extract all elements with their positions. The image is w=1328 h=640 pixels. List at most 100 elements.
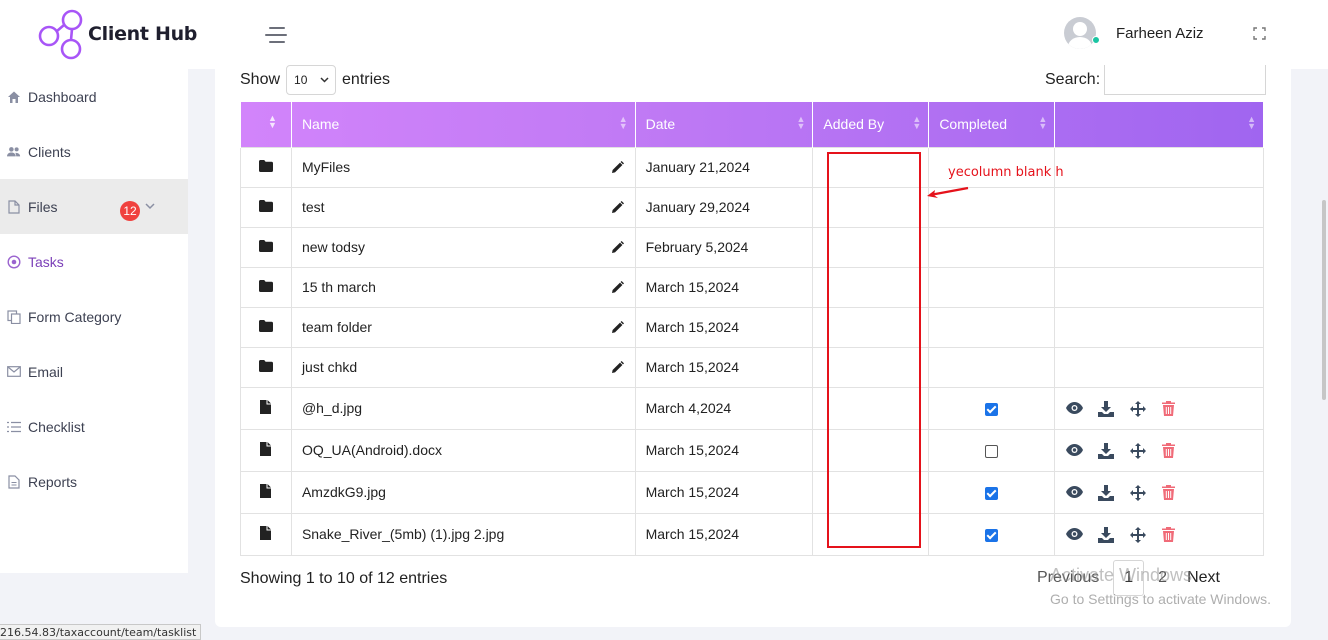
edit-pencil-icon[interactable] — [611, 160, 624, 174]
table-row[interactable]: test January 29,2024 — [240, 186, 1264, 228]
name-cell[interactable]: 15 th march — [290, 266, 636, 308]
chevron-down-icon[interactable] — [145, 199, 155, 213]
name-cell[interactable]: test — [290, 186, 636, 228]
table-row[interactable]: OQ_UA(Android).docx March 15,2024 — [240, 428, 1264, 472]
sidebar-item-checklist[interactable]: Checklist — [0, 399, 188, 454]
file-name[interactable]: Snake_River_(5mb) (1).jpg 2.jpg — [302, 526, 504, 542]
sort-icon: ▲ ▼ — [912, 114, 922, 131]
user-menu[interactable]: Farheen Aziz — [1064, 17, 1204, 49]
date-cell: March 15,2024 — [634, 306, 814, 348]
delete-trash-icon[interactable] — [1162, 526, 1178, 543]
delete-trash-icon[interactable] — [1162, 442, 1178, 459]
download-icon[interactable] — [1098, 442, 1115, 459]
column-header-date[interactable]: Date ▲ ▼ — [634, 102, 814, 147]
delete-trash-icon[interactable] — [1162, 484, 1178, 501]
sort-icon: ▲ ▼ — [1038, 114, 1048, 131]
sidebar-item-tasks[interactable]: Tasks — [0, 234, 188, 289]
column-header-completed[interactable]: Completed ▲ ▼ — [928, 102, 1056, 147]
name-cell[interactable]: team folder — [290, 306, 636, 348]
annotation-note: yecolumn blank h — [948, 165, 1064, 180]
download-icon[interactable] — [1098, 400, 1115, 417]
sidebar-item-files[interactable]: Files 12 — [0, 179, 188, 234]
file-name[interactable]: test — [302, 199, 325, 215]
sidebar-item-label: Checklist — [28, 418, 85, 435]
name-cell[interactable]: Snake_River_(5mb) (1).jpg 2.jpg — [290, 512, 636, 556]
move-icon[interactable] — [1130, 484, 1147, 501]
entries-label: entries — [342, 71, 391, 88]
file-name[interactable]: 15 th march — [302, 279, 376, 295]
completed-cell — [928, 470, 1056, 514]
name-cell[interactable]: AmzdkG9.jpg — [290, 470, 636, 514]
edit-pencil-icon[interactable] — [611, 320, 624, 334]
user-name: Farheen Aziz — [1116, 24, 1204, 42]
column-header-added-by[interactable]: Added By ▲ ▼ — [812, 102, 930, 147]
completed-checkbox[interactable] — [985, 528, 999, 542]
view-eye-icon[interactable] — [1066, 485, 1084, 501]
move-icon[interactable] — [1130, 442, 1147, 459]
search-input[interactable] — [1104, 65, 1267, 95]
move-icon[interactable] — [1130, 400, 1147, 417]
date-cell: March 15,2024 — [634, 470, 814, 514]
date-cell: February 5,2024 — [634, 226, 814, 268]
table-row[interactable]: team folder March 15,2024 — [240, 306, 1264, 348]
page-size-select[interactable]: 10 — [286, 65, 337, 95]
sidebar-item-label: Email — [28, 363, 64, 380]
completed-cell — [928, 266, 1056, 308]
completed-cell — [928, 346, 1056, 388]
completed-checkbox[interactable] — [985, 444, 999, 458]
page-scrollbar[interactable] — [1322, 200, 1326, 400]
file-name[interactable]: @h_d.jpg — [302, 400, 362, 416]
table-row[interactable]: MyFiles January 21,2024 — [240, 146, 1264, 188]
completed-cell — [928, 226, 1056, 268]
completed-cell — [928, 306, 1056, 348]
annotation-arrow-icon — [927, 186, 969, 198]
file-name[interactable]: OQ_UA(Android).docx — [302, 442, 442, 458]
delete-trash-icon[interactable] — [1162, 400, 1178, 417]
table-row[interactable]: @h_d.jpg March 4,2024 — [240, 386, 1264, 430]
download-icon[interactable] — [1098, 484, 1115, 501]
name-cell[interactable]: new todsy — [290, 226, 636, 268]
avatar — [1064, 17, 1096, 49]
table-row[interactable]: new todsy February 5,2024 — [240, 226, 1264, 268]
type-cell — [240, 512, 292, 556]
entries-length-control: Show 10 entries — [240, 65, 390, 95]
view-eye-icon[interactable] — [1066, 401, 1084, 417]
sidebar-item-form-category[interactable]: Form Category — [0, 289, 188, 344]
table-row[interactable]: 15 th march March 15,2024 — [240, 266, 1264, 308]
sidebar-item-reports[interactable]: Reports — [0, 454, 188, 509]
table-row[interactable]: just chkd March 15,2024 — [240, 346, 1264, 388]
name-cell[interactable]: OQ_UA(Android).docx — [290, 428, 636, 472]
sidebar-item-dashboard[interactable]: Dashboard — [0, 69, 188, 124]
edit-pencil-icon[interactable] — [611, 200, 624, 214]
app-logo[interactable]: Client Hub — [38, 8, 197, 60]
fullscreen-icon[interactable] — [1253, 27, 1266, 40]
folder-icon — [258, 319, 273, 335]
sidebar-item-clients[interactable]: Clients — [0, 124, 188, 179]
column-header-name[interactable]: Name ▲ ▼ — [290, 102, 636, 147]
menu-toggle-icon[interactable] — [265, 27, 287, 45]
sidebar-item-email[interactable]: Email — [0, 344, 188, 399]
name-cell[interactable]: MyFiles — [290, 146, 636, 188]
table-row[interactable]: Snake_River_(5mb) (1).jpg 2.jpg March 15,… — [240, 512, 1264, 556]
column-header-actions[interactable]: ▲ ▼ — [1054, 102, 1264, 147]
view-eye-icon[interactable] — [1066, 527, 1084, 543]
name-cell[interactable]: @h_d.jpg — [290, 386, 636, 430]
edit-pencil-icon[interactable] — [611, 360, 624, 374]
file-name[interactable]: just chkd — [302, 359, 357, 375]
name-cell[interactable]: just chkd — [290, 346, 636, 388]
table-row[interactable]: AmzdkG9.jpg March 15,2024 — [240, 470, 1264, 514]
completed-checkbox[interactable] — [985, 486, 999, 500]
actions-cell — [1054, 306, 1264, 348]
file-name[interactable]: MyFiles — [302, 159, 350, 175]
edit-pencil-icon[interactable] — [611, 240, 624, 254]
column-header-type[interactable]: ▲ ▼ — [240, 102, 292, 147]
view-eye-icon[interactable] — [1066, 443, 1084, 459]
edit-pencil-icon[interactable] — [611, 280, 624, 294]
move-icon[interactable] — [1130, 526, 1147, 543]
completed-checkbox[interactable] — [985, 402, 999, 416]
file-name[interactable]: AmzdkG9.jpg — [302, 484, 386, 500]
download-icon[interactable] — [1098, 526, 1115, 543]
file-name[interactable]: new todsy — [302, 239, 365, 255]
sort-icon: ▲ ▼ — [1247, 114, 1256, 131]
file-name[interactable]: team folder — [302, 319, 372, 335]
